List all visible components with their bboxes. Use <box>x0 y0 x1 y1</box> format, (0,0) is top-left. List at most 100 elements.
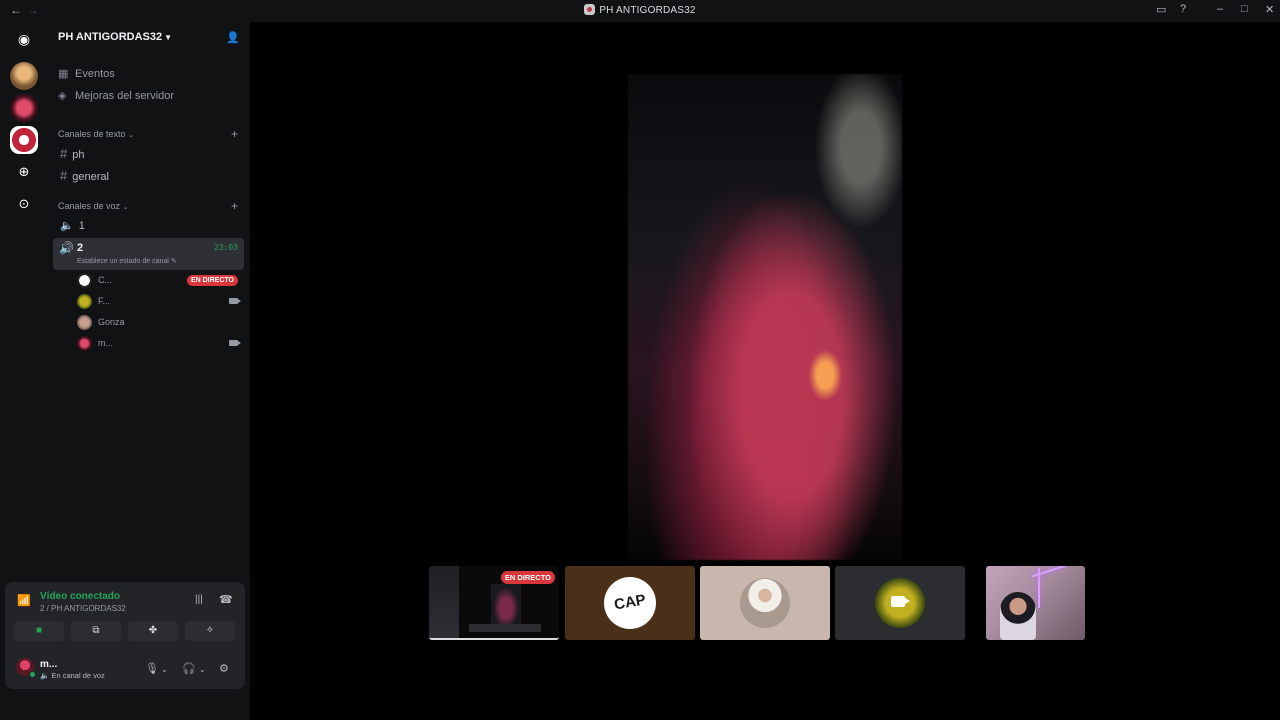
channel-general[interactable]: # general <box>60 168 109 183</box>
server-icon <box>584 4 596 15</box>
voice-member[interactable]: Gonza <box>77 314 240 332</box>
main-video-stream[interactable] <box>628 74 902 560</box>
channel-label: general <box>72 171 109 183</box>
disconnect-icon[interactable]: ☎ <box>219 593 233 606</box>
noise-suppression-icon[interactable]: ||| <box>195 594 203 605</box>
speaker-icon: 🔈 <box>60 220 74 232</box>
category-voice-channels[interactable]: Canales de voz ⌄ <box>58 201 128 211</box>
stream-preview <box>469 624 541 632</box>
voice-member[interactable]: F... <box>77 293 241 311</box>
chevron-down-icon[interactable]: ⌄ <box>161 665 168 674</box>
webcam-person <box>1000 592 1036 640</box>
camera-icon: ■ <box>35 625 43 636</box>
invite-user-icon[interactable]: 👤 <box>226 31 240 44</box>
sidebar-item-mejoras[interactable]: ◈ Mejoras del servidor <box>58 89 174 102</box>
chevron-down-icon: ⌄ <box>122 204 129 211</box>
channel-label: ph <box>72 149 85 161</box>
avatar <box>77 294 92 309</box>
window-title: PH ANTIGORDAS32 <box>599 5 696 16</box>
thumbnail-participant[interactable] <box>835 566 965 640</box>
channel-status: Establece un estado de canal <box>77 258 169 265</box>
member-name: Gonza <box>98 317 125 327</box>
connection-signal-icon: 📶 <box>17 595 31 607</box>
sidebar-item-label: Mejoras del servidor <box>75 90 175 102</box>
avatar <box>740 578 790 628</box>
member-name: m... <box>98 338 113 348</box>
online-status-dot <box>29 671 36 678</box>
live-badge: EN DIRECTO <box>500 571 555 584</box>
channel-label: 1 <box>78 220 85 232</box>
add-server-icon[interactable]: ⊕ <box>15 163 33 181</box>
channel-sidebar: PH ANTIGORDAS32 ▼ 👤 ▦ Eventos ◈ Mejoras del… <box>48 22 250 582</box>
inbox-icon[interactable]: ▭ <box>1156 3 1166 16</box>
channel-ph[interactable]: # ph <box>60 146 84 161</box>
category-label: Canales de texto <box>58 129 126 139</box>
minimize-icon[interactable]: – <box>1217 3 1223 15</box>
camera-icon <box>891 596 910 607</box>
call-timer: 23:03 <box>213 243 238 252</box>
thumbnail-participant[interactable] <box>700 566 830 640</box>
stream-preview <box>429 566 459 638</box>
share-screen-button[interactable]: ⧉ <box>71 621 121 641</box>
user-panel: 📶 Vídeo conectado 2 / PH ANTIGORDAS32 ||… <box>5 582 245 689</box>
discord-home-icon[interactable]: ◉ <box>15 30 33 48</box>
add-text-channel-icon[interactable]: + <box>231 127 238 141</box>
chevron-down-icon[interactable]: ⌄ <box>199 665 206 674</box>
activities-button[interactable]: ✤ <box>128 621 178 641</box>
crest-logo: CAP <box>612 591 648 614</box>
help-icon[interactable]: ? <box>1180 3 1186 15</box>
avatar <box>77 315 92 330</box>
video-stage: EN DIRECTO CAP <box>250 22 1280 720</box>
settings-gear-icon[interactable]: ⚙ <box>219 662 229 675</box>
chevron-down-icon: ⌄ <box>128 132 134 139</box>
user-status-container: 🔈 En canal de voz <box>40 671 105 680</box>
calendar-icon: ▦ <box>58 68 69 80</box>
avatar <box>77 273 92 288</box>
hash-icon: # <box>60 146 68 161</box>
camera-button[interactable]: ■ <box>14 621 64 641</box>
thumbnail-stream[interactable]: EN DIRECTO <box>429 566 559 640</box>
speaker-icon: 🔈 <box>40 671 50 680</box>
voice-channel-1[interactable]: 🔈 1 <box>60 219 85 232</box>
channel-label: 2 <box>77 242 84 254</box>
avatar: CAP <box>604 577 656 629</box>
voice-channel-2[interactable]: 🔊 2 23:03 Establece un estado de canal ✎ <box>53 238 244 270</box>
connection-channel[interactable]: 2 / PH ANTIGORDAS32 <box>40 604 126 613</box>
activities-icon: ✤ <box>148 625 158 636</box>
headphones-icon[interactable]: 🎧 <box>182 662 196 675</box>
live-badge: EN DIRECTO <box>186 275 238 286</box>
stream-preview <box>491 584 521 624</box>
speaker-icon: 🔊 <box>59 241 74 255</box>
voice-member[interactable]: m... <box>77 335 241 353</box>
close-icon[interactable]: ✕ <box>1265 3 1274 16</box>
add-voice-channel-icon[interactable]: + <box>231 199 238 213</box>
member-name: C... <box>98 275 113 285</box>
maximize-icon[interactable]: □ <box>1241 3 1248 15</box>
category-label: Canales de voz <box>58 201 121 211</box>
hash-icon: # <box>60 168 68 183</box>
user-status: En canal de voz <box>51 671 105 680</box>
voice-member[interactable]: C... EN DIRECTO <box>77 272 240 290</box>
microphone-icon[interactable]: 🎙 <box>145 662 159 675</box>
category-text-channels[interactable]: Canales de texto ⌄ <box>58 129 134 139</box>
server-name-header[interactable]: PH ANTIGORDAS32 ▼ <box>58 31 172 43</box>
camera-icon <box>229 340 241 346</box>
explore-icon[interactable]: ⊙ <box>15 195 33 213</box>
title-bar: ← → PH ANTIGORDAS32 ▭ ? – □ ✕ <box>0 0 1280 22</box>
pencil-icon: ✎ <box>170 258 177 265</box>
server-icon-1[interactable] <box>10 62 38 90</box>
connection-status[interactable]: Vídeo conectado <box>40 591 120 602</box>
boost-icon: ◈ <box>58 90 67 102</box>
chevron-down-icon: ▼ <box>164 33 173 42</box>
server-icon-active[interactable] <box>10 126 38 154</box>
camera-icon <box>229 298 241 304</box>
thumbnail-webcam[interactable] <box>986 566 1085 640</box>
sidebar-item-label: Eventos <box>75 68 115 80</box>
window-title-container: PH ANTIGORDAS32 <box>0 4 1280 16</box>
thumbnail-participant[interactable]: CAP <box>565 566 695 640</box>
server-icon-2[interactable] <box>10 94 38 122</box>
sidebar-item-eventos[interactable]: ▦ Eventos <box>58 67 115 80</box>
soundboard-button[interactable]: ✧ <box>185 621 235 641</box>
channel-status-container[interactable]: Establece un estado de canal ✎ <box>77 257 177 265</box>
username[interactable]: m... <box>40 659 57 670</box>
